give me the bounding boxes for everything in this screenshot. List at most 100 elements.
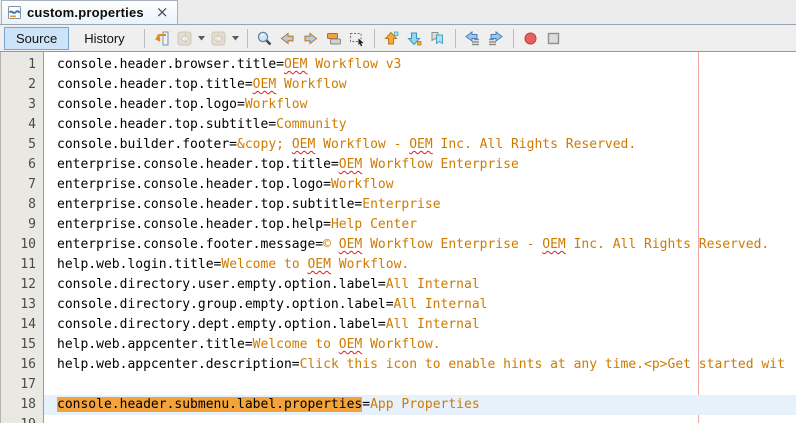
line-number[interactable]: 18	[1, 395, 43, 415]
tab-close-icon[interactable]: ×	[156, 5, 169, 20]
code-line[interactable]: enterprise.console.header.top.subtitle=E…	[44, 195, 796, 215]
code-line[interactable]: enterprise.console.header.top.title=OEM …	[44, 155, 796, 175]
code-text: Help Center	[331, 217, 417, 232]
line-number[interactable]: 6	[1, 155, 43, 175]
toolbar-separator	[247, 29, 248, 48]
code-line[interactable]: help.web.appcenter.title=Welcome to OEM …	[44, 335, 796, 355]
code-text: Enterprise	[362, 197, 440, 212]
last-edit-location-icon[interactable]	[151, 27, 173, 49]
next-occurrence-icon[interactable]	[300, 27, 322, 49]
line-number[interactable]: 11	[1, 255, 43, 275]
editor-toolbar: Source History	[0, 25, 796, 52]
code-text: console.directory.group.empty.option.lab…	[57, 297, 394, 312]
code-text: Inc. All Rights Reserved.	[433, 137, 637, 152]
code-text: enterprise.console.header.top.subtitle=	[57, 197, 362, 212]
line-number[interactable]: 3	[1, 95, 43, 115]
code-text: Workflow.	[362, 337, 440, 352]
tab-custom-properties[interactable]: custom.properties ×	[1, 0, 178, 24]
misspelled-word: OEM	[253, 77, 276, 92]
forward-icon[interactable]	[208, 27, 230, 49]
line-number[interactable]: 14	[1, 315, 43, 335]
line-number[interactable]: 1	[1, 55, 43, 75]
shift-line-left-icon[interactable]	[462, 27, 484, 49]
code-line[interactable]	[44, 415, 796, 423]
line-number[interactable]: 4	[1, 115, 43, 135]
code-text: Click this icon to enable hints at any t…	[300, 357, 785, 372]
code-text: help.web.login.title=	[57, 257, 221, 272]
toggle-highlight-icon[interactable]	[323, 27, 345, 49]
forward-dropdown-icon[interactable]	[231, 27, 241, 49]
line-number[interactable]: 19	[1, 415, 43, 423]
code-text: enterprise.console.header.top.help=	[57, 217, 331, 232]
code-line[interactable]	[44, 375, 796, 395]
code-text: console.header.top.logo=	[57, 97, 245, 112]
toolbar-separator	[374, 29, 375, 48]
code-line[interactable]: console.builder.footer=&copy; OEM Workfl…	[44, 135, 796, 155]
line-number[interactable]: 5	[1, 135, 43, 155]
code-line[interactable]: help.web.appcenter.description=Click thi…	[44, 355, 796, 375]
code-line[interactable]: enterprise.console.header.top.help=Help …	[44, 215, 796, 235]
back-icon[interactable]	[174, 27, 196, 49]
line-number[interactable]: 12	[1, 275, 43, 295]
tab-title: custom.properties	[27, 5, 144, 20]
line-number[interactable]: 15	[1, 335, 43, 355]
code-text: All Internal	[386, 317, 480, 332]
code-lines[interactable]: console.header.browser.title= OEM Workflo…	[44, 52, 796, 423]
code-text: ©	[323, 237, 339, 252]
line-number[interactable]: 7	[1, 175, 43, 195]
code-line[interactable]: help.web.login.title=Welcome to OEM Work…	[44, 255, 796, 275]
code-text: Workflow.	[331, 257, 409, 272]
line-number[interactable]: 8	[1, 195, 43, 215]
line-number[interactable]: 17	[1, 375, 43, 395]
back-dropdown-icon[interactable]	[197, 27, 207, 49]
properties-file-icon	[7, 5, 22, 20]
misspelled-word: OEM	[307, 257, 330, 272]
code-text: console.header.top.subtitle=	[57, 117, 276, 132]
code-line[interactable]: enterprise.console.header.top.logo=Workf…	[44, 175, 796, 195]
code-line[interactable]: console.header.browser.title=OEM Workflo…	[44, 55, 796, 75]
code-line[interactable]: console.directory.group.empty.option.lab…	[44, 295, 796, 315]
line-number[interactable]: 2	[1, 75, 43, 95]
misspelled-word: OEM	[339, 157, 362, 172]
code-text: All Internal	[386, 277, 480, 292]
code-text: Community	[276, 117, 346, 132]
code-text: Workflow Enterprise -	[362, 237, 542, 252]
toggle-bookmark-icon[interactable]	[427, 27, 449, 49]
gutter: 12345678910111213141516171819	[0, 52, 44, 423]
code-text: Workflow	[245, 97, 308, 112]
code-line[interactable]: console.header.submenu.label.properties=…	[44, 395, 796, 415]
code-line[interactable]: console.header.top.subtitle=Community	[44, 115, 796, 135]
code-editor[interactable]: 12345678910111213141516171819 console.he…	[0, 52, 796, 423]
record-macro-icon[interactable]	[520, 27, 542, 49]
line-number[interactable]: 16	[1, 355, 43, 375]
find-selection-icon[interactable]	[254, 27, 276, 49]
code-line[interactable]: console.header.top.logo=Workflow	[44, 95, 796, 115]
code-text: All Internal	[394, 297, 488, 312]
stop-macro-icon[interactable]	[543, 27, 565, 49]
code-text: enterprise.console.header.top.title=	[57, 157, 339, 172]
code-text: console.header.browser.title=	[57, 57, 284, 72]
line-number[interactable]: 9	[1, 215, 43, 235]
source-view-button[interactable]: Source	[4, 27, 69, 50]
rectangular-selection-icon[interactable]	[346, 27, 368, 49]
shift-line-right-icon[interactable]	[485, 27, 507, 49]
code-text: Welcome to	[221, 257, 307, 272]
history-view-button[interactable]: History	[72, 27, 136, 50]
line-number[interactable]: 10	[1, 235, 43, 255]
code-line[interactable]: console.directory.user.empty.option.labe…	[44, 275, 796, 295]
line-number[interactable]: 13	[1, 295, 43, 315]
previous-occurrence-icon[interactable]	[277, 27, 299, 49]
misspelled-word: OEM	[339, 237, 362, 252]
previous-bookmark-icon[interactable]	[381, 27, 403, 49]
code-text: App Properties	[370, 397, 480, 412]
code-line[interactable]: console.header.top.title=OEM Workflow	[44, 75, 796, 95]
next-bookmark-icon[interactable]	[404, 27, 426, 49]
toolbar-separator	[455, 29, 456, 48]
code-text: Workflow	[276, 77, 346, 92]
code-text: help.web.appcenter.title=	[57, 337, 253, 352]
code-line[interactable]: enterprise.console.footer.message=© OEM …	[44, 235, 796, 255]
misspelled-word: OEM	[542, 237, 565, 252]
code-text: console.builder.footer=	[57, 137, 237, 152]
code-line[interactable]: console.directory.dept.empty.option.labe…	[44, 315, 796, 335]
code-text: console.header.top.title=	[57, 77, 253, 92]
